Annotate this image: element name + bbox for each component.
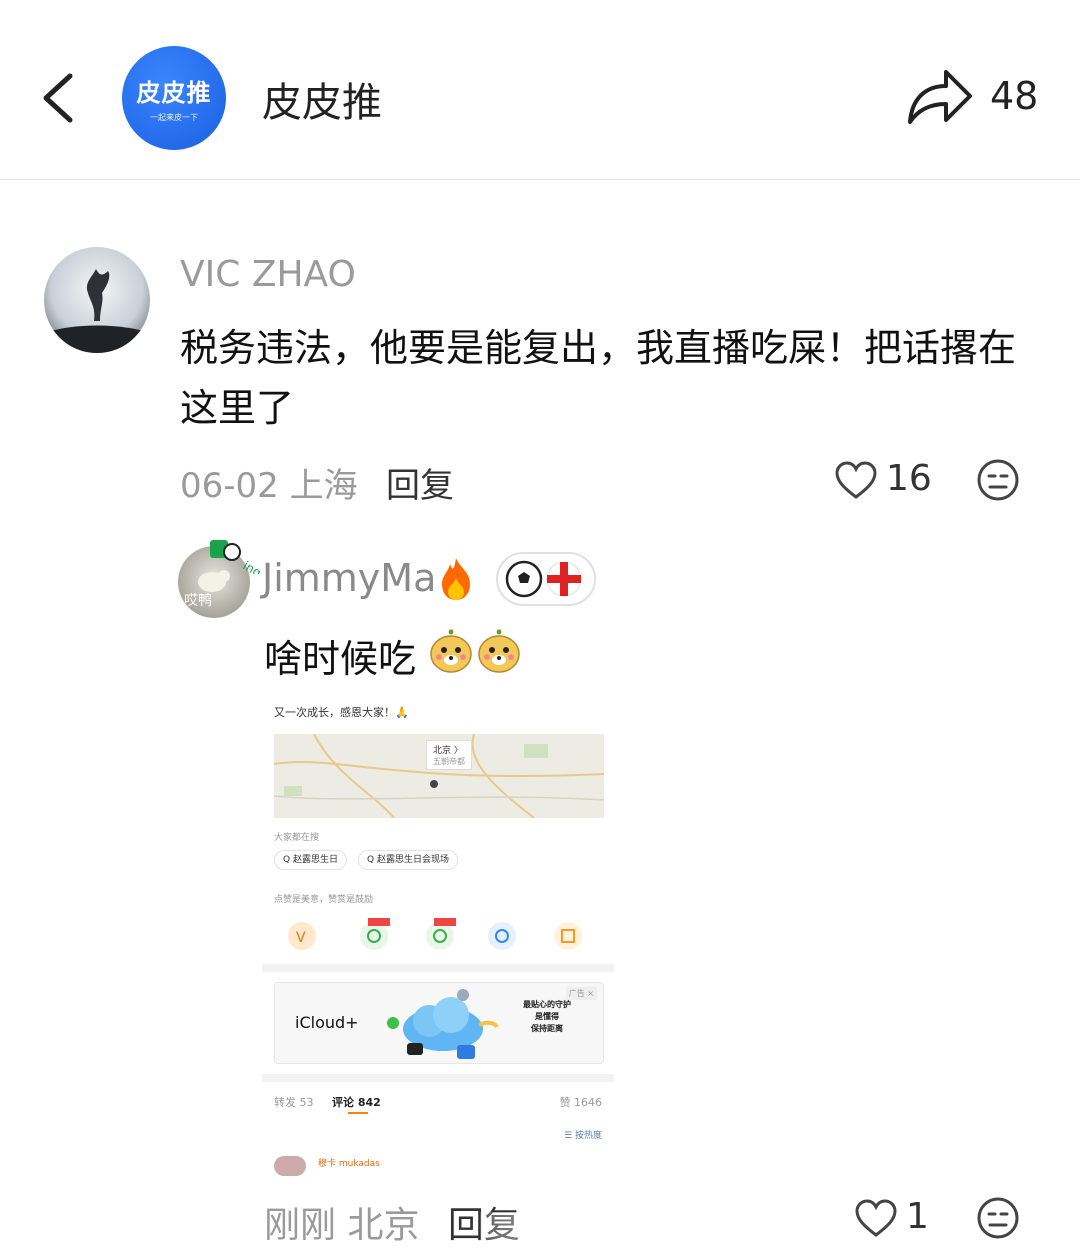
sub-comment-text: 啥时候吃 [264,637,417,681]
shot-map: 北京 〉 五朝帝都 [274,734,604,818]
tab-underline [348,1112,368,1114]
trending-label: 大家都在搜 [274,833,320,843]
comment-text: 税务违法，他要是能复出，我直播吃屎！把话撂在这里了 [180,326,1017,430]
ad-brand: iCloud+ [295,1013,359,1032]
top-bar: 皮皮推 一起来皮一下 皮皮推 48 [0,0,1080,180]
cloud-icon [387,989,499,1059]
sort-label: ☰ 按热度 [564,1131,602,1141]
avatar[interactable] [44,247,150,353]
praise-label: 点赞是美意，赞赏是鼓励 [274,895,374,905]
football-badge-icon: ing [210,540,261,574]
like-count: 1 [906,1196,929,1237]
ad-banner: iCloud+ 广告 × 最贴心的守护 是懂得 保持距离 [274,982,604,1064]
back-arrow-icon[interactable] [38,70,78,126]
channel-avatar-text: 皮皮推 [136,79,212,107]
search-chip: Q 赵露思生日会现场 [358,850,458,870]
avatar-tag: 哎鸭 [184,593,212,609]
share-targets-icons: V [288,918,582,950]
ad-slogan: 最贴心的守护 是懂得 保持距离 [523,999,571,1035]
like-count: 16 [886,458,932,499]
shot-first-user: 穆卡 mukadas [318,1159,380,1169]
channel-avatar[interactable]: 皮皮推 一起来皮一下 [122,46,226,150]
ad-slogan-line: 是懂得 [535,1012,559,1021]
search-chip: Q 赵露思生日 [274,850,347,870]
map-pin-sub: 五朝帝都 [433,757,465,766]
team-badge [496,552,596,606]
emoji-reaction-icon[interactable] [976,1196,1020,1240]
sub-comment-date-location: 刚刚 北京 [264,1205,420,1246]
fire-icon [442,558,470,600]
ad-slogan-line: 保持距离 [531,1024,563,1033]
comment-image[interactable]: 又一次成长，感恩大家！🙏 北京 〉 五朝帝都 大家都在搜 Q 赵露思生日 Q 赵… [262,690,614,1180]
map-pin-city: 北京 〉 [433,746,463,756]
shot-post-title: 又一次成长，感恩大家！🙏 [274,706,409,719]
comment-author[interactable]: VIC ZHAO [180,254,356,295]
channel-avatar-subtext: 一起来皮一下 [150,113,198,122]
share-icon[interactable] [904,64,976,128]
tab-comments: 评论 842 [332,1096,381,1109]
doge-emoji-icon [478,629,520,673]
doge-emoji-icon [430,629,472,673]
map-pin: 北京 〉 五朝帝都 [426,740,472,770]
avatar [274,1156,306,1176]
comment-date-location: 06-02 上海 [180,466,358,506]
hood-ornament-image [44,269,150,353]
reply-button[interactable]: 回复 [386,458,454,507]
channel-name[interactable]: 皮皮推 [262,70,382,128]
heart-icon[interactable] [834,460,878,500]
tab-likes: 赞 1646 [559,1096,603,1109]
sub-comment-author[interactable]: JimmyMa [262,556,436,600]
tab-repost: 转发 53 [274,1096,314,1109]
share-count: 48 [990,74,1039,118]
heart-icon[interactable] [854,1198,898,1238]
soccer-ball-icon [505,560,582,598]
svg-text:ing: ing [241,558,261,574]
ad-slogan-line: 最贴心的守护 [523,1000,571,1009]
divider [262,1074,614,1082]
fade-overlay [480,1212,640,1248]
emoji-reaction-icon[interactable] [976,458,1020,502]
svg-text:V: V [296,930,306,946]
divider [262,964,614,972]
